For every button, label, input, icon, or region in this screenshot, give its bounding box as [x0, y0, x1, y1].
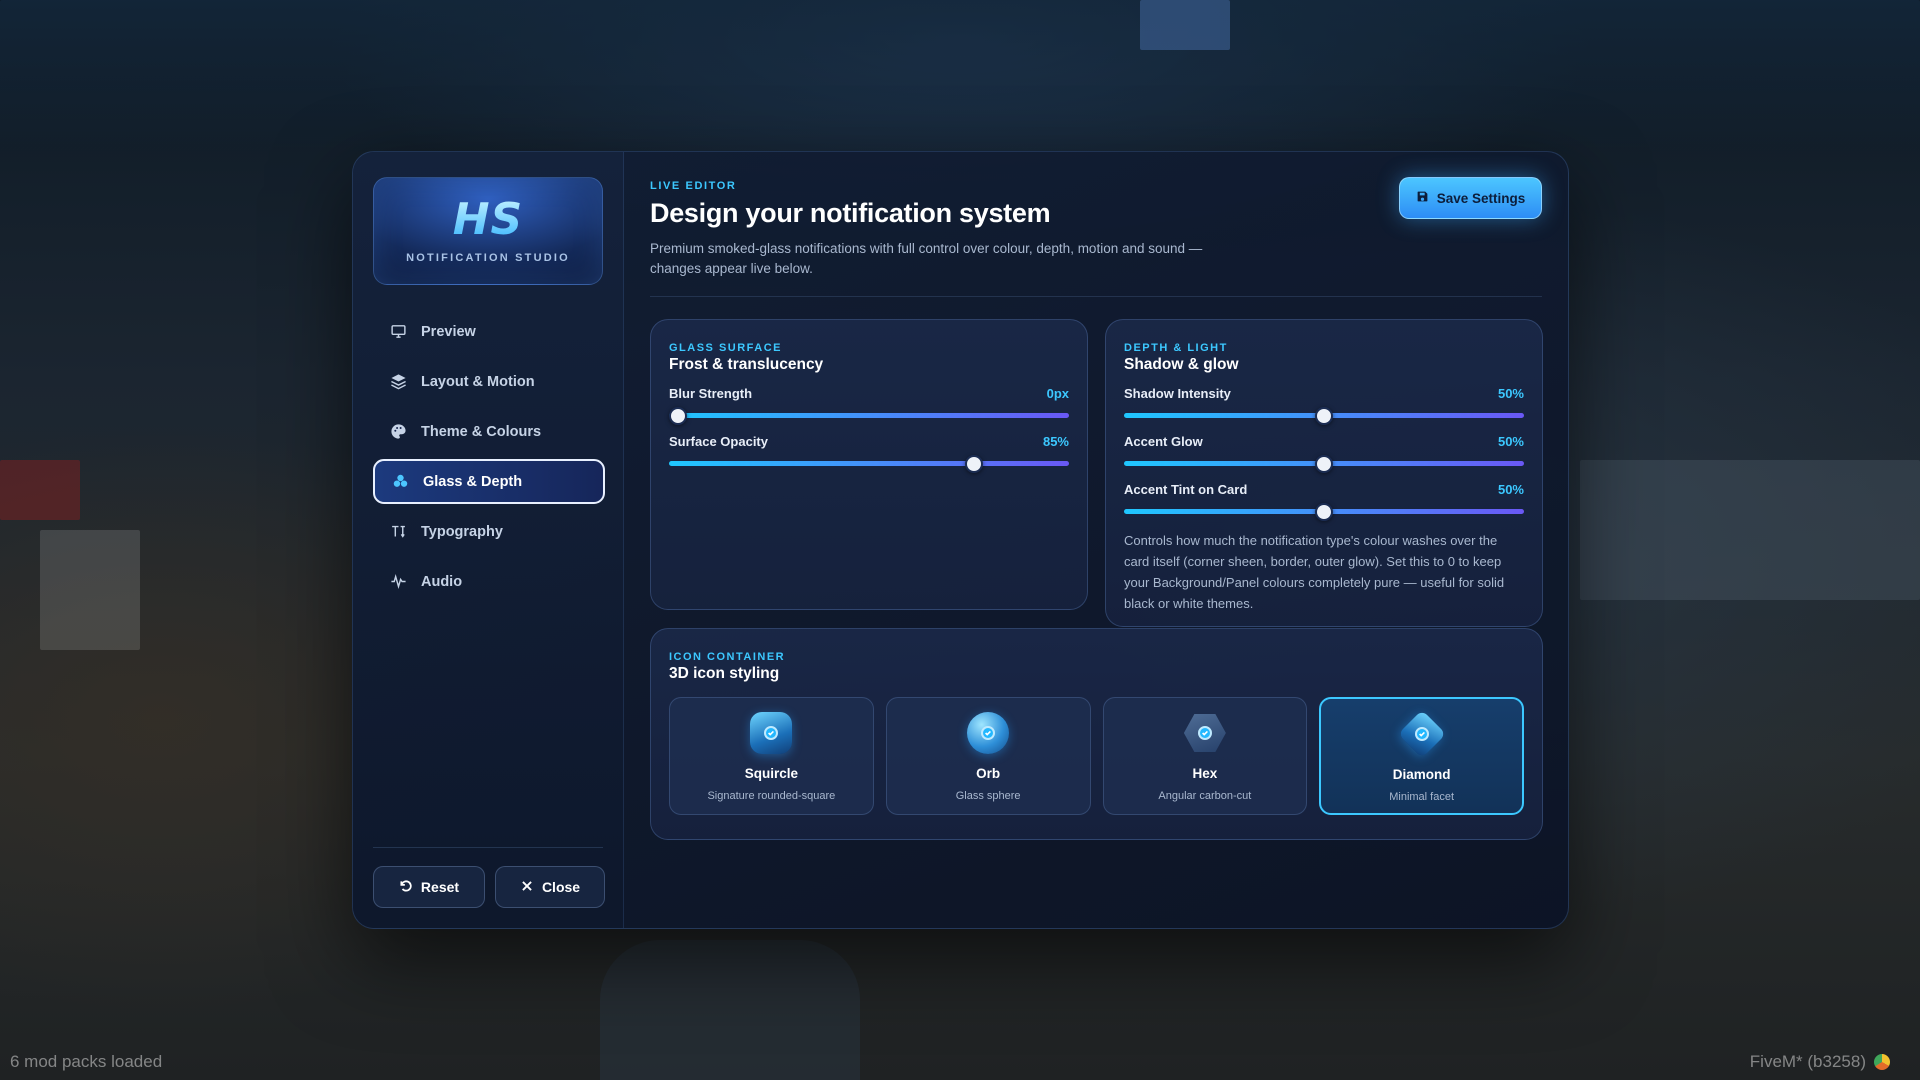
slider-label: Accent Tint on Card: [1124, 482, 1248, 497]
layers-icon: [389, 373, 407, 391]
palette-icon: [389, 423, 407, 441]
notification-studio-window: HS NOTIFICATION STUDIO Preview Layout & …: [352, 151, 1569, 929]
sidebar-item-label: Audio: [421, 573, 463, 590]
sidebar-divider: [373, 847, 603, 848]
save-label: Save Settings: [1436, 190, 1526, 206]
card-eyebrow: ICON CONTAINER: [669, 651, 786, 663]
slider-thumb[interactable]: [965, 454, 984, 473]
reset-label: Reset: [420, 879, 460, 895]
sidebar-item-glass-depth[interactable]: Glass & Depth: [373, 459, 605, 504]
slider-value: 50%: [1497, 386, 1524, 401]
slider-label: Accent Glow: [1124, 434, 1203, 449]
sidebar-nav: Preview Layout & Motion Theme & Colours …: [373, 309, 605, 604]
glass-surface-card: GLASS SURFACE Frost & translucency Blur …: [650, 319, 1088, 610]
sidebar-item-preview[interactable]: Preview: [373, 309, 605, 354]
editor-main: LIVE EDITOR Design your notification sys…: [624, 152, 1568, 928]
close-button[interactable]: Close: [495, 866, 605, 908]
save-icon: [1416, 190, 1429, 206]
slider-value: 50%: [1497, 434, 1524, 449]
diamond-shape-icon: [1397, 709, 1446, 759]
card-title: Shadow & glow: [1124, 356, 1239, 373]
option-description: Minimal facet: [1389, 791, 1455, 803]
app-logo: HS NOTIFICATION STUDIO: [373, 177, 603, 285]
slider-thumb[interactable]: [1315, 454, 1333, 473]
icon-style-options: Squircle Signature rounded-square Orb Gl…: [669, 697, 1524, 815]
client-version-status: FiveM* (b3258): [1750, 1052, 1890, 1072]
header-divider: [650, 296, 1542, 297]
close-icon: [520, 879, 534, 896]
sidebar-item-layout-motion[interactable]: Layout & Motion: [373, 359, 605, 404]
orb-shape-icon: [967, 712, 1010, 754]
option-name: Squircle: [744, 766, 799, 781]
option-description: Signature rounded-square: [707, 790, 836, 802]
monitor-icon: [389, 323, 407, 341]
option-name: Orb: [976, 766, 1001, 781]
save-settings-button[interactable]: Save Settings: [1399, 177, 1542, 219]
blur-strength-slider: Blur Strength 0px: [668, 386, 1069, 425]
slider-thumb[interactable]: [1315, 502, 1333, 521]
sidebar: HS NOTIFICATION STUDIO Preview Layout & …: [353, 152, 624, 928]
hex-shape-icon: [1183, 712, 1226, 754]
droplets-icon: [391, 473, 409, 491]
slider-label: Surface Opacity: [669, 434, 768, 449]
waveform-icon: [389, 573, 407, 591]
slider-track[interactable]: [1124, 502, 1524, 521]
sidebar-item-label: Layout & Motion: [421, 373, 535, 390]
logo-mark: HS: [452, 194, 524, 245]
slider-value: 85%: [1042, 434, 1069, 449]
option-name: Diamond: [1392, 767, 1451, 782]
icon-container-card: ICON CONTAINER 3D icon styling Squircle …: [650, 628, 1543, 840]
mod-packs-status: 6 mod packs loaded: [10, 1052, 163, 1071]
sidebar-item-label: Preview: [421, 323, 476, 340]
undo-icon: [399, 879, 413, 896]
slider-track[interactable]: [1124, 454, 1524, 473]
icon-option-diamond[interactable]: Diamond Minimal facet: [1319, 697, 1524, 815]
squircle-shape-icon: [750, 712, 793, 754]
sidebar-item-theme-colours[interactable]: Theme & Colours: [373, 409, 605, 454]
slider-track[interactable]: [1124, 406, 1524, 425]
logo-subtitle: NOTIFICATION STUDIO: [406, 252, 570, 264]
slider-value: 50%: [1497, 482, 1524, 497]
sidebar-item-label: Typography: [421, 523, 503, 540]
icon-option-squircle[interactable]: Squircle Signature rounded-square: [669, 697, 874, 815]
icon-option-orb[interactable]: Orb Glass sphere: [885, 697, 1091, 815]
sidebar-item-audio[interactable]: Audio: [373, 559, 605, 604]
surface-opacity-slider: Surface Opacity 85%: [669, 434, 1069, 473]
slider-label: Blur Strength: [669, 386, 753, 401]
shadow-intensity-slider: Shadow Intensity 50%: [1124, 386, 1524, 425]
sidebar-actions: Reset Close: [373, 866, 605, 908]
sidebar-item-typography[interactable]: Typography: [373, 509, 605, 554]
sidebar-item-label: Theme & Colours: [421, 423, 542, 440]
slider-track[interactable]: [668, 406, 1069, 425]
slider-thumb[interactable]: [1315, 406, 1333, 425]
option-name: Hex: [1192, 766, 1218, 781]
slider-thumb[interactable]: [668, 406, 687, 425]
sidebar-item-label: Glass & Depth: [423, 473, 523, 490]
slider-track[interactable]: [669, 454, 1069, 473]
card-title: Frost & translucency: [669, 356, 824, 373]
close-label: Close: [541, 879, 581, 895]
accent-tint-help-text: Controls how much the notification type'…: [1124, 533, 1505, 611]
card-eyebrow: DEPTH & LIGHT: [1124, 342, 1228, 354]
accent-glow-slider: Accent Glow 50%: [1124, 434, 1524, 473]
slider-label: Shadow Intensity: [1124, 386, 1231, 401]
client-version-label: FiveM* (b3258): [1749, 1052, 1866, 1071]
card-eyebrow: GLASS SURFACE: [669, 342, 783, 354]
depth-light-card: DEPTH & LIGHT Shadow & glow Shadow Inten…: [1105, 319, 1543, 627]
card-title: 3D icon styling: [669, 665, 780, 682]
slider-value: 0px: [1046, 386, 1069, 401]
option-description: Angular carbon-cut: [1158, 790, 1252, 802]
option-description: Glass sphere: [955, 790, 1021, 802]
icon-option-hex[interactable]: Hex Angular carbon-cut: [1102, 697, 1308, 815]
text-size-icon: [389, 523, 407, 541]
client-badge-icon: [1874, 1054, 1890, 1070]
reset-button[interactable]: Reset: [373, 866, 485, 908]
page-description: Premium smoked-glass notifications with …: [650, 241, 1203, 276]
accent-tint-slider: Accent Tint on Card 50%: [1124, 482, 1524, 521]
